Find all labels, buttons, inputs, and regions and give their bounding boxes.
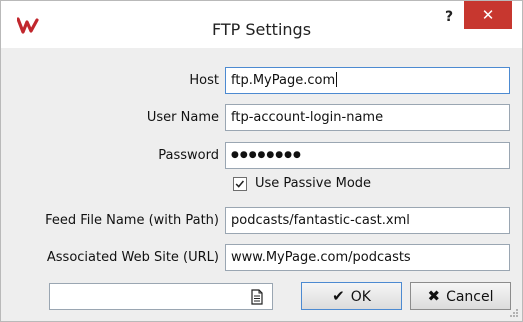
resize-grip-icon[interactable] <box>509 308 519 318</box>
ok-button[interactable]: ✔ OK <box>301 282 402 310</box>
host-input[interactable]: ftp.MyPage.com <box>225 67 510 94</box>
host-label: Host <box>189 73 219 88</box>
help-button[interactable]: ? <box>439 5 459 29</box>
checkmark-icon <box>235 180 245 188</box>
password-value: ●●●●●●●● <box>231 150 302 160</box>
feed-file-value: podcasts/fantastic-cast.xml <box>231 213 410 228</box>
host-value: ftp.MyPage.com <box>231 73 336 88</box>
checkmark-icon: ✔ <box>332 287 345 305</box>
password-label: Password <box>158 148 219 163</box>
text-caret <box>336 72 338 87</box>
web-site-value: www.MyPage.com/podcasts <box>231 250 411 265</box>
titlebar: FTP Settings ? ✕ <box>1 1 522 48</box>
file-path-input[interactable] <box>49 283 273 310</box>
user-name-value: ftp-account-login-name <box>231 110 384 125</box>
web-site-label: Associated Web Site (URL) <box>46 250 219 265</box>
password-input[interactable]: ●●●●●●●● <box>225 142 510 169</box>
cancel-button[interactable]: ✖ Cancel <box>410 282 511 310</box>
web-site-input[interactable]: www.MyPage.com/podcasts <box>225 244 510 271</box>
x-icon: ✖ <box>427 287 441 305</box>
close-button[interactable]: ✕ <box>464 1 512 29</box>
ok-label: OK <box>350 289 371 305</box>
user-name-label: User Name <box>146 110 219 125</box>
user-name-input[interactable]: ftp-account-login-name <box>225 104 510 131</box>
cancel-label: Cancel <box>446 289 494 305</box>
passive-mode-checkbox[interactable] <box>233 177 247 191</box>
ftp-settings-dialog: FTP Settings ? ✕ Host ftp.MyPage.com Use… <box>0 0 523 322</box>
feed-file-input[interactable]: podcasts/fantastic-cast.xml <box>225 207 510 234</box>
feed-file-label: Feed File Name (with Path) <box>45 213 219 228</box>
passive-mode-label[interactable]: Use Passive Mode <box>255 176 371 191</box>
document-icon[interactable] <box>250 289 264 305</box>
close-icon: ✕ <box>481 6 495 24</box>
